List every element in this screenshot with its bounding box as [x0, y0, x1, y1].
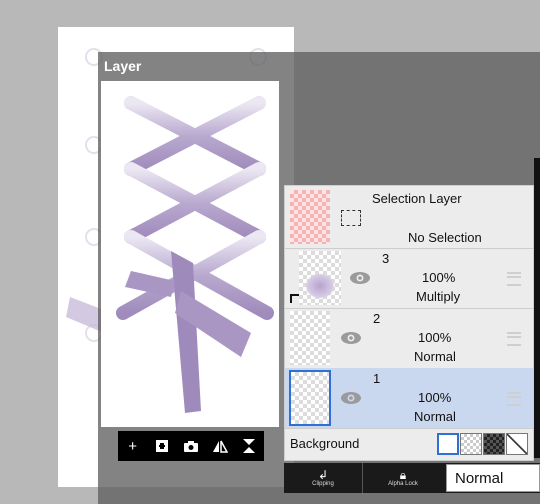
bottom-divider	[362, 463, 363, 493]
background-white-swatch[interactable]	[437, 433, 459, 455]
clipping-button[interactable]: ↲ Clipping	[284, 463, 362, 493]
clipping-icon: ↲	[317, 468, 329, 482]
lock-icon: 🔒︎	[399, 468, 407, 482]
visibility-eye-icon[interactable]	[340, 331, 362, 345]
selection-layer-thumbnail	[290, 190, 330, 244]
layer-blend-mode: Normal	[414, 409, 456, 424]
duplicate-layer-button[interactable]	[151, 435, 173, 457]
layer-thumbnail	[299, 251, 341, 305]
layer-opacity: 100%	[418, 390, 452, 405]
alpha-lock-button[interactable]: 🔒︎ Alpha Lock	[364, 463, 442, 493]
layer-list[interactable]: Selection Layer No Selection 3 100% Mult…	[284, 185, 534, 461]
visibility-eye-icon[interactable]	[349, 271, 371, 285]
selection-layer-row[interactable]: Selection Layer No Selection	[285, 186, 533, 249]
selection-marquee-icon	[341, 210, 361, 226]
layer-blend-mode: Normal	[414, 349, 456, 364]
add-layer-button[interactable]: +	[122, 435, 144, 457]
layer-opacity: 100%	[418, 330, 452, 345]
layer-number: 2	[373, 311, 381, 326]
blend-mode-select[interactable]: Normal	[446, 464, 540, 492]
duplicate-layer-icon	[155, 440, 168, 452]
layer-row[interactable]: 3 100% Multiply	[285, 248, 533, 309]
corset-lace-artwork	[116, 96, 274, 413]
selection-status: No Selection	[408, 230, 482, 245]
camera-button[interactable]	[180, 435, 202, 457]
layer-number: 1	[373, 371, 381, 386]
drag-handle-icon[interactable]	[507, 392, 521, 406]
layer-number: 3	[382, 251, 390, 266]
merge-down-button[interactable]	[238, 435, 260, 457]
selection-layer-title: Selection Layer	[372, 191, 462, 206]
panel-title: Layer	[104, 58, 142, 74]
background-dark-swatch[interactable]	[483, 433, 505, 455]
add-layer-icon: +	[128, 437, 137, 455]
camera-icon	[183, 440, 198, 452]
side-panel-edge	[534, 158, 540, 458]
background-label: Background	[290, 436, 360, 451]
canvas-preview	[101, 81, 279, 427]
clipping-label: Clipping	[312, 481, 334, 487]
layer-toolbar: +	[118, 431, 264, 461]
layer-blend-mode: Multiply	[416, 289, 461, 304]
drag-handle-icon[interactable]	[507, 332, 521, 346]
clipping-indicator-icon	[290, 294, 299, 303]
layer-row-selected[interactable]: 1 100% Normal	[285, 368, 533, 429]
background-none-swatch[interactable]	[506, 433, 528, 455]
layer-row[interactable]: 2 100% Normal	[285, 308, 533, 369]
layer-thumbnail	[290, 311, 330, 365]
alpha-lock-label: Alpha Lock	[388, 481, 418, 487]
merge-down-icon	[243, 439, 256, 453]
layer-thumbnail	[289, 370, 331, 426]
drag-handle-icon[interactable]	[507, 272, 521, 286]
flip-icon	[213, 440, 229, 453]
layer-opacity: 100%	[422, 270, 456, 285]
flip-layer-button[interactable]	[209, 435, 231, 457]
visibility-eye-icon[interactable]	[340, 391, 362, 405]
background-transparent-swatch[interactable]	[460, 433, 482, 455]
